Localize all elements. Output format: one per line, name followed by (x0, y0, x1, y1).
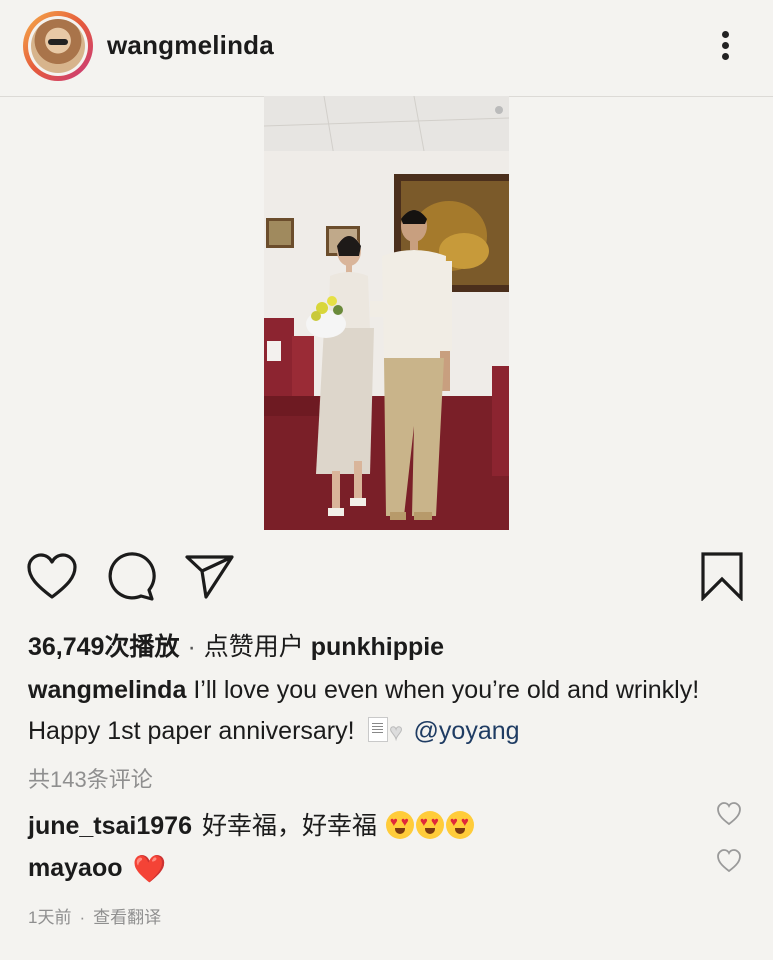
caption-mention[interactable]: @yoyang (414, 717, 520, 745)
avatar[interactable] (23, 11, 93, 81)
see-translation-link[interactable]: 查看翻译 (93, 908, 161, 927)
bookmark-icon[interactable] (699, 551, 745, 601)
separator-dot: · (187, 633, 196, 661)
comment-bubble-icon[interactable] (105, 552, 157, 602)
heart-outline-icon[interactable] (26, 553, 78, 601)
heart-eyes-emoji-icon (385, 811, 414, 839)
avatar-photo (31, 19, 85, 73)
post-caption: wangmelinda I’ll love you even when you’… (28, 670, 748, 752)
heart-eyes-emoji-icon (415, 811, 444, 839)
liked-by-user[interactable]: punkhippie (311, 633, 444, 661)
red-heart-emoji-icon: ❤️ (132, 854, 167, 884)
view-count: 36,749次播放 (28, 633, 180, 661)
post-media[interactable] (264, 96, 509, 530)
white-heart-emoji-icon: ♥ (389, 719, 403, 745)
send-arrow-icon[interactable] (184, 553, 236, 601)
post-author-username[interactable]: wangmelinda (107, 30, 274, 61)
post-timestamp: 1天前 (28, 908, 72, 927)
page-emoji-icon (367, 717, 388, 742)
comment-like-heart-icon[interactable] (716, 802, 742, 826)
caption-username[interactable]: wangmelinda (28, 676, 186, 704)
more-options-icon[interactable] (714, 28, 738, 64)
heart-eyes-emoji-icon (445, 811, 474, 839)
view-all-comments[interactable]: 共143条评论 (28, 762, 153, 794)
comment-username[interactable]: mayaoo (28, 854, 122, 882)
separator-dot: · (79, 908, 86, 927)
post-footer: 1天前 · 查看翻译 (28, 903, 161, 928)
views-and-likes: 36,749次播放 · 点赞用户 punkhippie (28, 627, 444, 663)
post-header: wangmelinda (0, 0, 773, 97)
liked-by-label: 点赞用户 (203, 633, 304, 661)
comment-row: mayaoo ❤️ (28, 853, 166, 885)
comment-text: 好幸福，好幸福 (202, 812, 378, 840)
comment-like-heart-icon[interactable] (716, 849, 742, 873)
comment-username[interactable]: june_tsai1976 (28, 812, 192, 840)
comment-row: june_tsai1976 好幸福，好幸福 (28, 806, 474, 842)
avatar-ring-gap (28, 16, 88, 76)
post-photo (264, 96, 509, 530)
